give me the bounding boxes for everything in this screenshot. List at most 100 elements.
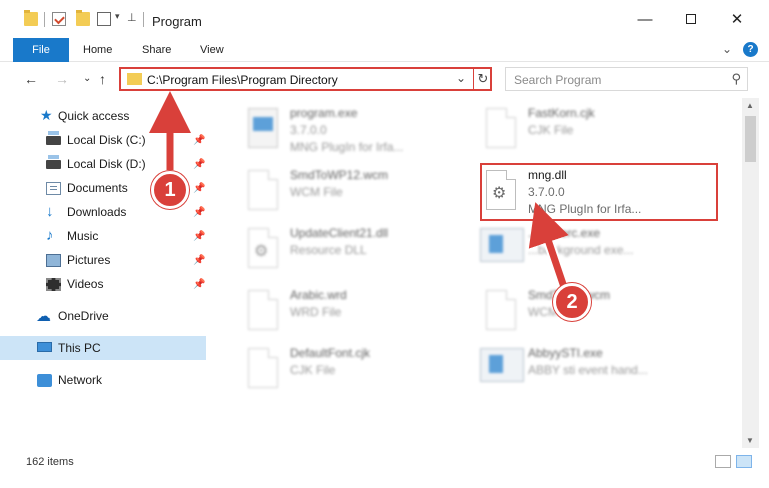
title-bar: ▾ ⊥ Program — ✕ (0, 0, 769, 38)
computer-icon (37, 342, 52, 352)
refresh-icon: ↻ (477, 71, 489, 86)
tab-share[interactable]: Share (142, 38, 171, 62)
file-meta: Resource DLL (290, 243, 367, 257)
file-icon (486, 290, 516, 330)
scrollbar-thumb[interactable] (745, 116, 756, 162)
sidebar-item-pictures[interactable]: Pictures 📌 (0, 248, 206, 272)
sidebar-item-label: Local Disk (D:) (67, 157, 146, 171)
file-meta: WRD File (290, 305, 342, 319)
large-icons-view-icon[interactable] (736, 455, 752, 468)
sidebar-item-label: This PC (58, 341, 101, 355)
search-icon[interactable]: ⚲ (731, 71, 741, 87)
forward-button[interactable]: → (55, 71, 69, 87)
file-name: UpdateClient21.dll (290, 226, 389, 240)
close-icon: ✕ (730, 11, 744, 28)
sidebar-item-label: Documents (67, 181, 128, 195)
sidebar-item-onedrive[interactable]: ☁ OneDrive (0, 304, 206, 328)
properties-icon[interactable] (52, 12, 66, 26)
star-icon: ★ (40, 107, 53, 123)
sidebar-item-local-disk-c[interactable]: Local Disk (C:) 📌 (0, 128, 206, 152)
file-icon (248, 290, 278, 330)
pictures-icon (46, 253, 61, 267)
file-meta: WCM File (290, 185, 343, 199)
help-icon[interactable]: ? (743, 42, 758, 57)
sidebar-item-this-pc[interactable]: This PC (0, 336, 206, 360)
refresh-button[interactable]: ↻ (473, 69, 492, 89)
close-button[interactable]: ✕ (714, 0, 760, 38)
file-name: FastKorn.cjk (528, 106, 595, 120)
scroll-down-icon[interactable]: ▼ (746, 436, 754, 445)
search-box[interactable]: Search Program ⚲ (505, 67, 748, 91)
address-path[interactable]: C:\Program Files\Program Directory (147, 73, 338, 87)
sidebar-item-label: Music (67, 229, 99, 243)
file-name: AbbyySTI.exe (528, 346, 603, 360)
file-icon (248, 348, 278, 388)
list-item[interactable]: SmdToWP12.wcm WCM File (228, 164, 468, 222)
view-options-icon[interactable] (97, 12, 111, 26)
sidebar-item-label: Videos (67, 277, 104, 291)
tab-home[interactable]: Home (83, 38, 112, 62)
address-bar[interactable]: C:\Program Files\Program Directory ⌄ ↻ (119, 67, 492, 91)
list-item[interactable]: DefaultFont.cjk CJK File (228, 342, 468, 400)
dll-file-icon: ⚙ (248, 228, 278, 268)
chevron-down-icon[interactable]: ⌄ (456, 71, 466, 85)
search-input[interactable]: Search Program (514, 73, 601, 87)
customize-toolbar-icon[interactable]: ⊥ (127, 11, 137, 24)
file-icon (486, 108, 516, 148)
sidebar-item-label: Pictures (67, 253, 111, 267)
sidebar-item-label: Downloads (67, 205, 127, 219)
sidebar-item-quick-access[interactable]: ★ Quick access (0, 104, 206, 128)
list-item[interactable]: ⚙ UpdateClient21.dll Resource DLL (228, 222, 468, 280)
sidebar-item-label: OneDrive (58, 309, 109, 323)
tab-file[interactable]: File (13, 38, 69, 62)
list-item[interactable]: AbbyySTI.exe ABBY sti event hand... (466, 342, 706, 400)
sidebar-item-label: Local Disk (C:) (67, 133, 146, 147)
file-name: Arabic.wrd (290, 288, 347, 302)
details-view-icon[interactable] (715, 455, 731, 468)
vertical-scrollbar[interactable]: ▲ ▼ (742, 98, 759, 448)
step-2-callout: 2 (553, 283, 591, 321)
application-icon (480, 228, 524, 262)
minimize-button[interactable]: — (622, 0, 668, 38)
pin-icon[interactable]: 📌 (193, 279, 205, 290)
file-meta: 3.7.0.0 (290, 123, 327, 137)
status-bar: 162 items (0, 448, 769, 488)
navigation-pane: ★ Quick access Local Disk (C:) 📌 Local D… (0, 98, 210, 448)
maximize-button[interactable] (668, 0, 714, 38)
pin-icon[interactable]: 📌 (193, 255, 205, 266)
file-list: program.exe 3.7.0.0 MNG PlugIn for Irfa.… (210, 98, 742, 448)
tab-view[interactable]: View (200, 38, 224, 62)
file-icon (248, 170, 278, 210)
pin-icon[interactable]: 📌 (193, 207, 205, 218)
up-button[interactable]: ↑ (99, 71, 106, 87)
file-meta: MNG PlugIn for Irfa... (290, 140, 404, 154)
sidebar-item-music[interactable]: ♪ Music 📌 (0, 224, 206, 248)
chevron-down-icon[interactable]: ▾ (115, 11, 120, 22)
network-icon (37, 373, 52, 387)
expand-ribbon-icon[interactable]: ⌄ (722, 42, 732, 56)
recent-locations-button[interactable]: ⌄ (83, 73, 91, 84)
title-separator (143, 12, 144, 27)
folder-icon (127, 73, 142, 85)
executable-icon (248, 108, 278, 148)
window-title: Program (152, 14, 202, 29)
sidebar-item-videos[interactable]: Videos 📌 (0, 272, 206, 296)
gear-icon: ⚙ (254, 243, 269, 260)
pin-icon[interactable]: 📌 (193, 183, 205, 194)
list-item[interactable]: FastKorn.cjk CJK File (466, 102, 706, 160)
back-button[interactable]: ← (24, 71, 38, 87)
sidebar-item-network[interactable]: Network (0, 368, 206, 392)
list-item[interactable]: ...serverc.exe ...background exe... (466, 222, 706, 280)
pin-icon[interactable]: 📌 (193, 231, 205, 242)
folder-icon[interactable] (24, 10, 38, 26)
pin-icon[interactable]: 📌 (193, 135, 205, 146)
drive-icon (46, 155, 61, 169)
pin-icon[interactable]: 📌 (193, 159, 205, 170)
list-item[interactable]: program.exe 3.7.0.0 MNG PlugIn for Irfa.… (228, 102, 468, 160)
file-meta: CJK File (290, 363, 336, 377)
ribbon-tabs: File Home Share View ⌄ ? (0, 38, 769, 62)
cloud-icon: ☁ (36, 308, 51, 325)
new-folder-icon[interactable] (76, 10, 90, 26)
list-item[interactable]: Arabic.wrd WRD File (228, 284, 468, 342)
scroll-up-icon[interactable]: ▲ (746, 101, 754, 110)
